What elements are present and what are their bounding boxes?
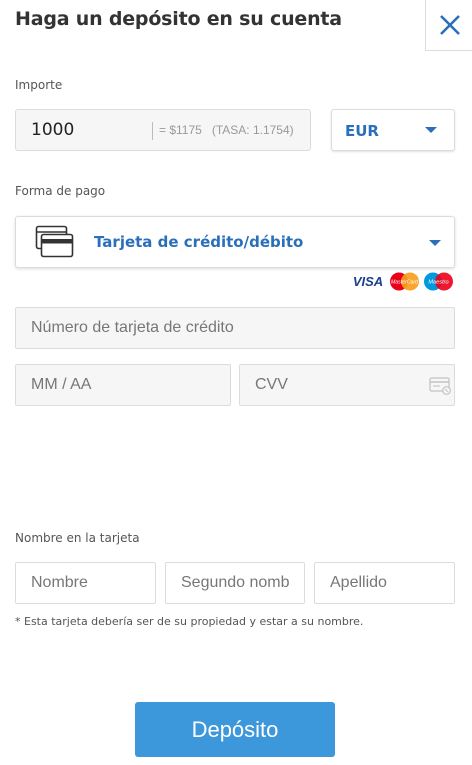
expiry-field[interactable]: MM / AA xyxy=(15,364,231,406)
first-name-placeholder: Nombre xyxy=(31,574,88,591)
amount-label: Importe xyxy=(15,78,63,92)
payment-method-value: Tarjeta de crédito/débito xyxy=(94,233,304,251)
cvv-card-icon xyxy=(429,377,451,395)
close-icon xyxy=(439,14,460,35)
payment-method-select[interactable]: Tarjeta de crédito/débito xyxy=(15,216,455,268)
ownership-note: * Esta tarjeta debería ser de su propied… xyxy=(15,615,364,628)
close-button[interactable] xyxy=(425,0,472,51)
card-brands: VISA MasterCard Maestro xyxy=(350,272,454,291)
svg-text:MasterCard: MasterCard xyxy=(391,280,419,286)
chevron-down-icon xyxy=(425,127,437,133)
amount-input[interactable]: 1000 = $1175 (TASA: 1.1754) xyxy=(15,109,311,151)
svg-text:Maestro: Maestro xyxy=(428,280,448,286)
card-number-field[interactable]: Número de tarjeta de crédito xyxy=(15,307,455,349)
page-title: Haga un depósito en su cuenta xyxy=(15,8,342,30)
amount-value[interactable]: 1000 xyxy=(31,120,74,140)
expiry-placeholder: MM / AA xyxy=(31,376,92,393)
payment-method-label: Forma de pago xyxy=(15,184,106,198)
card-number-placeholder: Número de tarjeta de crédito xyxy=(31,319,234,336)
credit-card-icon xyxy=(35,225,74,258)
amount-divider xyxy=(152,122,153,140)
first-name-field[interactable]: Nombre xyxy=(15,562,156,604)
amount-conversion: = $1175 (TASA: 1.1754) xyxy=(159,123,294,137)
visa-logo: VISA xyxy=(352,274,384,289)
cvv-field[interactable]: CVV xyxy=(239,364,455,406)
middle-name-field[interactable]: Segundo nombre xyxy=(165,562,305,604)
currency-select[interactable]: EUR xyxy=(331,109,455,151)
last-name-field[interactable]: Apellido xyxy=(314,562,455,604)
middle-name-placeholder: Segundo nombre xyxy=(181,574,290,591)
cvv-placeholder: CVV xyxy=(255,376,288,393)
mastercard-logo: MasterCard xyxy=(390,272,419,291)
chevron-down-icon xyxy=(429,240,441,246)
maestro-logo: Maestro xyxy=(424,272,453,291)
currency-value: EUR xyxy=(345,122,379,140)
last-name-placeholder: Apellido xyxy=(330,574,387,591)
cardholder-name-label: Nombre en la tarjeta xyxy=(15,531,140,545)
deposit-button[interactable]: Depósito xyxy=(135,702,335,757)
